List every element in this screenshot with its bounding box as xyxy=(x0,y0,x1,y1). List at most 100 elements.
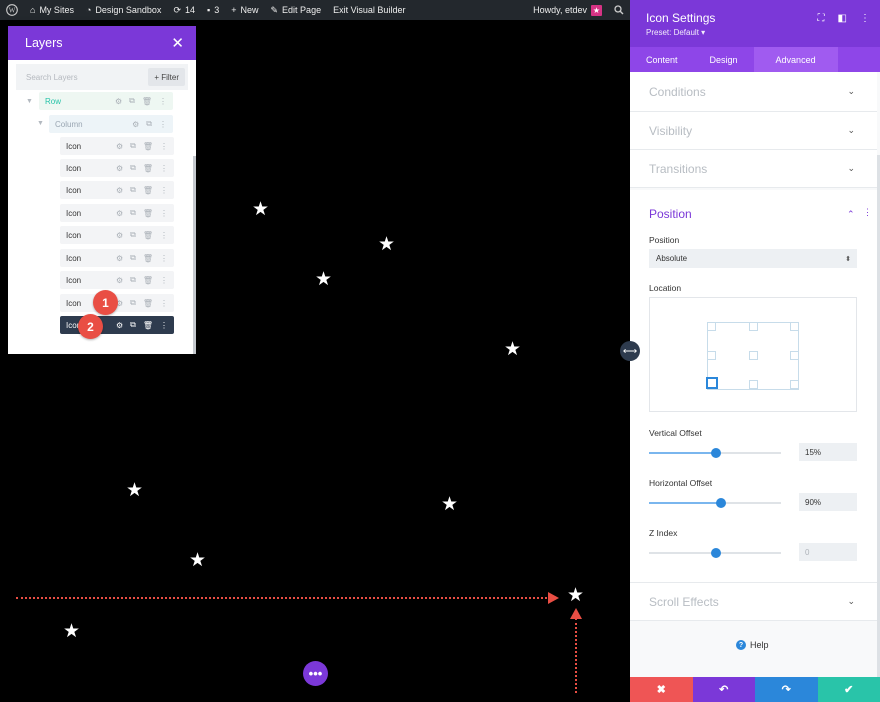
duplicate-icon[interactable]: ⧉ xyxy=(130,163,136,173)
section-position-title[interactable]: Position xyxy=(649,207,692,221)
updates-link[interactable]: ⟳ 14 xyxy=(167,0,201,20)
slider-handle[interactable] xyxy=(711,548,721,558)
fullscreen-icon[interactable]: ⛶ xyxy=(818,13,825,24)
trash-icon[interactable]: 🗑 xyxy=(143,321,153,330)
location-bottom-left[interactable] xyxy=(706,377,718,389)
location-center-right[interactable] xyxy=(790,351,799,360)
filter-button[interactable]: + Filter xyxy=(148,68,185,86)
location-top-center[interactable] xyxy=(749,322,758,331)
layer-icon[interactable]: Icon ⚙ ⧉ 🗑 ⋮ xyxy=(60,137,174,155)
star-icon[interactable]: ★ xyxy=(567,586,584,605)
redo-button[interactable]: ↷ xyxy=(755,677,818,702)
vertical-offset-input[interactable]: 15% xyxy=(799,443,857,461)
duplicate-icon[interactable]: ⧉ xyxy=(130,298,136,308)
section-visibility[interactable]: Visibility ⌄ xyxy=(630,112,877,150)
more-icon[interactable]: ⋮ xyxy=(160,142,168,151)
z-index-input[interactable]: 0 xyxy=(799,543,857,561)
more-icon[interactable]: ⋮ xyxy=(160,276,168,285)
section-scroll-effects[interactable]: Scroll Effects ⌄ xyxy=(630,583,877,621)
trash-icon[interactable]: 🗑 xyxy=(143,186,153,195)
z-index-slider[interactable] xyxy=(649,548,781,558)
star-icon[interactable]: ★ xyxy=(315,270,332,289)
vertical-offset-slider[interactable] xyxy=(649,448,781,458)
layer-icon[interactable]: Icon ⚙ ⧉ 🗑 ⋮ xyxy=(60,249,174,267)
chevron-up-icon[interactable]: ⌃ xyxy=(847,209,855,220)
help-link[interactable]: ? Help xyxy=(736,640,769,650)
tab-design[interactable]: Design xyxy=(694,47,754,72)
trash-icon[interactable]: 🗑 xyxy=(143,276,153,285)
location-top-right[interactable] xyxy=(790,322,799,331)
more-icon[interactable]: ⋮ xyxy=(159,120,167,129)
gear-icon[interactable]: ⚙ xyxy=(116,321,123,330)
collapse-icon[interactable]: ▼ xyxy=(37,120,44,127)
position-select[interactable]: Absolute ⬍ xyxy=(649,249,857,268)
save-button[interactable]: ✔ xyxy=(817,677,880,702)
gear-icon[interactable]: ⚙ xyxy=(116,254,123,263)
gear-icon[interactable]: ⚙ xyxy=(132,120,139,129)
close-icon[interactable]: ✕ xyxy=(171,34,184,52)
location-bottom-center[interactable] xyxy=(749,380,758,389)
more-icon[interactable]: ⋮ xyxy=(160,254,168,263)
section-conditions[interactable]: Conditions ⌄ xyxy=(630,72,877,112)
undo-button[interactable]: ↶ xyxy=(692,677,755,702)
star-icon[interactable]: ★ xyxy=(252,200,269,219)
duplicate-icon[interactable]: ⧉ xyxy=(130,230,136,240)
user-menu[interactable]: Howdy, etdev ★ xyxy=(527,0,608,20)
gear-icon[interactable]: ⚙ xyxy=(116,231,123,240)
gear-icon[interactable]: ⚙ xyxy=(116,276,123,285)
layer-icon[interactable]: Icon ⚙ ⧉ 🗑 ⋮ xyxy=(60,271,174,289)
duplicate-icon[interactable]: ⧉ xyxy=(129,96,135,106)
my-sites-link[interactable]: ⌂ My Sites xyxy=(24,0,80,20)
horizontal-offset-input[interactable]: 90% xyxy=(799,493,857,511)
trash-icon[interactable]: 🗑 xyxy=(143,164,153,173)
preset-dropdown[interactable]: Preset: Default ▾ xyxy=(646,28,880,37)
layer-icon[interactable]: Icon ⚙ ⧉ 🗑 ⋮ xyxy=(60,204,174,222)
more-icon[interactable]: ⋮ xyxy=(159,97,167,106)
gear-icon[interactable]: ⚙ xyxy=(116,186,123,195)
split-view-icon[interactable]: ◧ xyxy=(838,13,847,24)
more-icon[interactable]: ⋮ xyxy=(160,231,168,240)
collapse-icon[interactable]: ▼ xyxy=(26,98,33,105)
location-center[interactable] xyxy=(749,351,758,360)
section-transitions[interactable]: Transitions ⌄ xyxy=(630,150,877,188)
more-icon[interactable]: ⋮ xyxy=(863,207,872,218)
slider-handle[interactable] xyxy=(716,498,726,508)
wordpress-logo-icon[interactable]: W xyxy=(0,0,24,20)
duplicate-icon[interactable]: ⧉ xyxy=(146,119,152,129)
star-icon[interactable]: ★ xyxy=(189,551,206,570)
tab-content[interactable]: Content xyxy=(630,47,694,72)
layer-column[interactable]: Column ⚙ ⧉ ⋮ xyxy=(49,115,173,133)
layer-icon[interactable]: Icon ⚙ ⧉ 🗑 ⋮ xyxy=(60,181,174,199)
duplicate-icon[interactable]: ⧉ xyxy=(130,141,136,151)
gear-icon[interactable]: ⚙ xyxy=(116,142,123,151)
search-icon[interactable] xyxy=(608,0,630,20)
star-icon[interactable]: ★ xyxy=(441,495,458,514)
layer-icon[interactable]: Icon ⚙ ⧉ 🗑 ⋮ xyxy=(60,159,174,177)
star-icon[interactable]: ★ xyxy=(504,340,521,359)
edit-page-link[interactable]: ✎ Edit Page xyxy=(265,0,328,20)
trash-icon[interactable]: 🗑 xyxy=(143,254,153,263)
trash-icon[interactable]: 🗑 xyxy=(143,231,153,240)
trash-icon[interactable]: 🗑 xyxy=(142,97,152,106)
more-icon[interactable]: ⋮ xyxy=(160,186,168,195)
builder-menu-button[interactable]: ••• xyxy=(303,661,328,686)
search-input[interactable]: Search Layers xyxy=(16,73,148,82)
new-link[interactable]: + New xyxy=(225,0,264,20)
trash-icon[interactable]: 🗑 xyxy=(143,209,153,218)
location-top-left[interactable] xyxy=(707,322,716,331)
duplicate-icon[interactable]: ⧉ xyxy=(130,185,136,195)
location-bottom-right[interactable] xyxy=(790,380,799,389)
layer-row[interactable]: Row ⚙ ⧉ 🗑 ⋮ xyxy=(39,92,173,110)
star-icon[interactable]: ★ xyxy=(126,481,143,500)
exit-visual-builder-link[interactable]: Exit Visual Builder xyxy=(327,0,411,20)
location-center-left[interactable] xyxy=(707,351,716,360)
slider-handle[interactable] xyxy=(711,448,721,458)
layer-icon[interactable]: Icon ⚙ ⧉ 🗑 ⋮ xyxy=(60,226,174,244)
trash-icon[interactable]: 🗑 xyxy=(143,299,153,308)
more-icon[interactable]: ⋮ xyxy=(160,209,168,218)
comments-link[interactable]: ▪ 3 xyxy=(201,0,225,20)
star-icon[interactable]: ★ xyxy=(378,235,395,254)
discard-button[interactable]: ✖ xyxy=(630,677,693,702)
duplicate-icon[interactable]: ⧉ xyxy=(130,253,136,263)
gear-icon[interactable]: ⚙ xyxy=(116,209,123,218)
